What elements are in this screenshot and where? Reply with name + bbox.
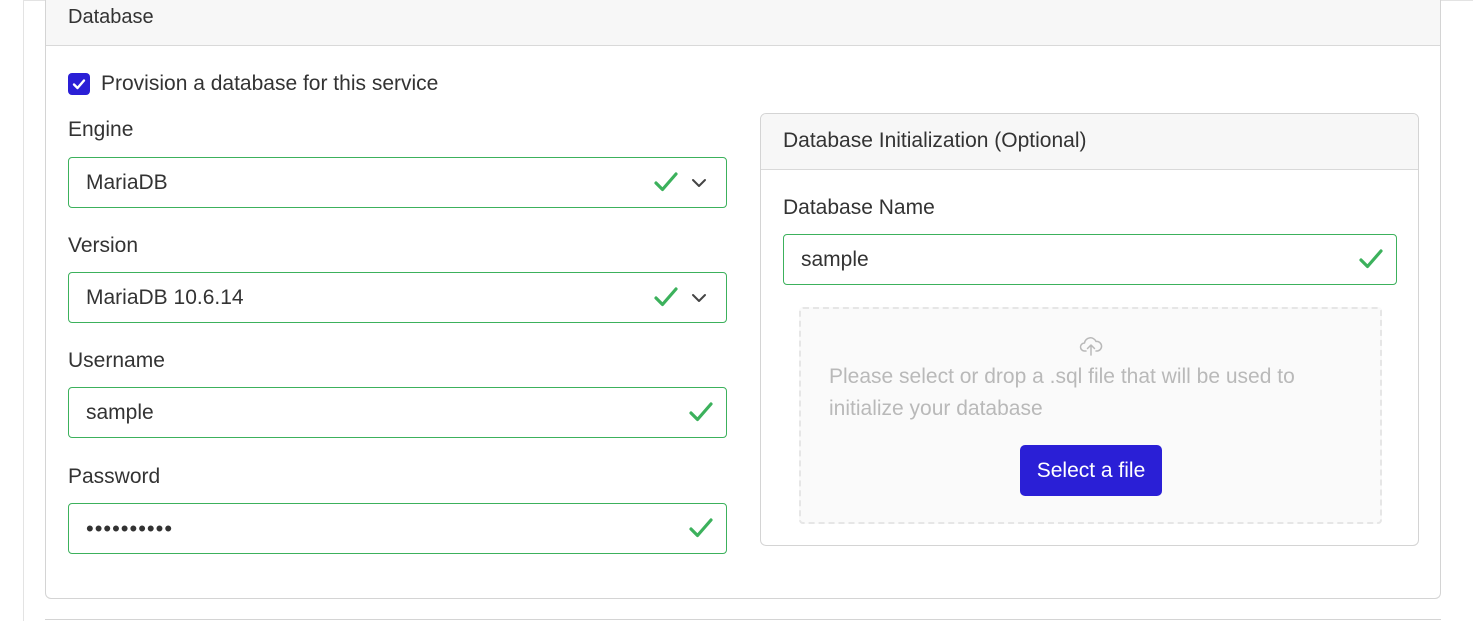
engine-value: MariaDB [86,170,168,194]
valid-check-icon [689,518,713,538]
valid-check-icon [654,172,678,192]
valid-check-icon [654,287,678,307]
database-name-value: sample [801,247,869,271]
select-file-button[interactable]: Select a file [1020,445,1162,496]
version-label: Version [68,234,139,257]
section-title: Database [68,6,154,28]
password-value: •••••••••• [86,515,174,541]
checkmark-icon [72,79,86,90]
database-initialization-card: Database Initialization (Optional) Datab… [760,113,1419,546]
database-initialization-title: Database Initialization (Optional) [783,129,1087,152]
database-card: Database Provision a database for this s… [45,0,1441,599]
sql-file-dropzone[interactable]: Please select or drop a .sql file that w… [799,307,1382,524]
database-name-input[interactable]: sample [783,234,1397,285]
database-name-label: Database Name [783,196,935,219]
engine-label: Engine [68,118,134,141]
chevron-down-icon [692,294,706,302]
provision-checkbox-row[interactable]: Provision a database for this service [68,72,438,96]
engine-select[interactable]: MariaDB [68,157,727,208]
cloud-upload-icon [1079,337,1103,356]
version-select[interactable]: MariaDB 10.6.14 [68,272,727,323]
chevron-down-icon [692,179,706,187]
username-label: Username [68,349,165,372]
dropzone-instructions: Please select or drop a .sql file that w… [829,365,1295,420]
database-card-header: Database [46,0,1440,46]
provision-checkbox-label: Provision a database for this service [101,72,439,95]
valid-check-icon [1359,249,1383,269]
database-initialization-header: Database Initialization (Optional) [761,114,1418,170]
password-label: Password [68,465,161,488]
version-value: MariaDB 10.6.14 [86,285,244,309]
provision-checkbox[interactable] [68,73,90,95]
valid-check-icon [689,402,713,422]
password-input[interactable]: •••••••••• [68,503,727,554]
username-input[interactable]: sample [68,387,727,438]
username-value: sample [86,400,154,424]
